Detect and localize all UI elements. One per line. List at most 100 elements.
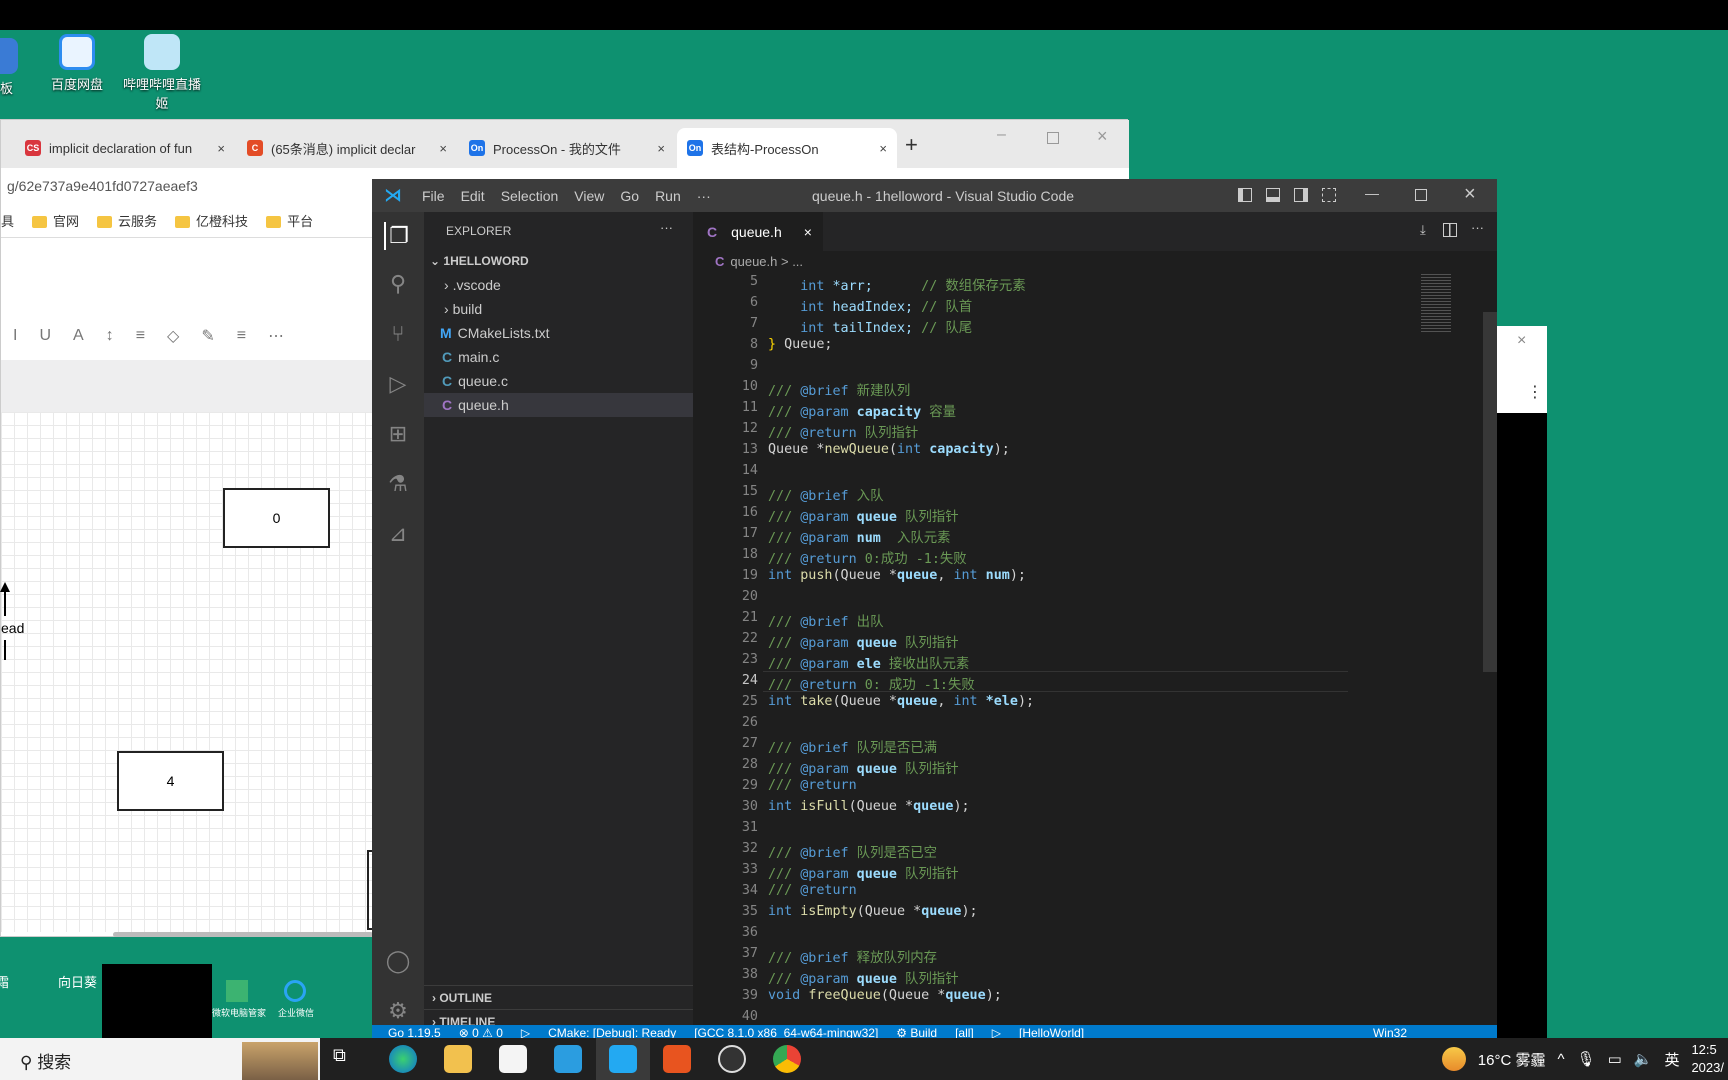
pc-manager-icon[interactable] (226, 980, 248, 1002)
font-color-button[interactable]: A (73, 327, 84, 345)
line-color-button[interactable]: ✎ (201, 326, 214, 346)
customize-layout-icon[interactable] (1322, 188, 1336, 202)
code-line[interactable]: /// @param queue 队列指针 (768, 967, 959, 987)
tree-file-cmakelists[interactable]: M CMakeLists.txt (424, 321, 693, 345)
menu-more[interactable]: ··· (689, 188, 719, 204)
minimize-button[interactable]: — (1365, 185, 1379, 201)
menu-file[interactable]: File (414, 188, 453, 204)
code-line[interactable]: /// @param queue 队列指针 (768, 505, 959, 525)
code-line[interactable]: int push(Queue *queue, int num); (768, 568, 1026, 583)
close-button[interactable]: × (1097, 126, 1108, 147)
maximize-button[interactable] (1415, 189, 1427, 201)
code-line[interactable]: /// @return 0:成功 -1:失败 (768, 547, 967, 567)
code-line[interactable]: int headIndex; // 队首 (768, 295, 972, 315)
menu-go[interactable]: Go (612, 188, 647, 204)
close-button[interactable]: × (1464, 183, 1476, 206)
browser-tab[interactable]: C (65条消息) implicit declar × (237, 128, 457, 168)
tree-file-queue-c[interactable]: Cqueue.c (424, 369, 693, 393)
browser-tab[interactable]: CS implicit declaration of fun × (15, 128, 235, 168)
cmake-icon[interactable]: ⊿ (384, 520, 412, 548)
menu-selection[interactable]: Selection (493, 188, 567, 204)
source-control-icon[interactable]: ⑂ (384, 320, 412, 348)
explorer-icon[interactable]: ❐ (384, 222, 412, 250)
italic-button[interactable]: I (13, 327, 17, 345)
accounts-icon[interactable]: ◯ (384, 947, 412, 975)
workspace-root[interactable]: ⌄ 1HELLOWORD (424, 249, 693, 273)
line-height-button[interactable]: ↕ (106, 327, 114, 345)
tree-folder-vscode[interactable]: › .vscode (424, 273, 693, 297)
desktop-icon-sunlogin[interactable]: 向日葵 (58, 972, 97, 991)
clock[interactable]: 12:5 2023/ (1691, 1041, 1724, 1077)
taskbar-vscode-active[interactable] (596, 1038, 650, 1080)
bookmark[interactable]: 平台 (266, 211, 313, 230)
task-view-icon[interactable]: ⧉ (333, 1045, 361, 1073)
mail-icon[interactable] (554, 1045, 582, 1073)
align-button[interactable]: ≡ (136, 327, 145, 345)
bookmark[interactable]: 具 (1, 211, 14, 230)
toggle-sidebar-icon[interactable] (1238, 188, 1252, 202)
code-line[interactable]: /// @param queue 队列指针 (768, 631, 959, 651)
code-line[interactable]: void freeQueue(Queue *queue); (768, 988, 1002, 1003)
close-tab-icon[interactable]: × (879, 141, 887, 156)
code-line[interactable]: /// @brief 释放队列内存 (768, 946, 937, 966)
more-icon[interactable]: ⋮ (1527, 382, 1543, 402)
tree-file-main-c[interactable]: Cmain.c (424, 345, 693, 369)
tree-folder-build[interactable]: › build (424, 297, 693, 321)
menu-edit[interactable]: Edit (453, 188, 493, 204)
edge-icon[interactable] (389, 1045, 417, 1073)
menu-run[interactable]: Run (647, 188, 689, 204)
maximize-button[interactable] (1047, 132, 1059, 144)
code-line[interactable]: int tailIndex; // 队尾 (768, 316, 972, 336)
code-line[interactable]: } Queue; (768, 337, 833, 352)
code-line[interactable]: int isEmpty(Queue *queue); (768, 904, 978, 919)
network-icon[interactable]: ▭ (1608, 1050, 1622, 1068)
editor-tab-queue-h[interactable]: Cqueue.h × (693, 212, 823, 251)
diagram-canvas[interactable]: 0 4 ead (0, 412, 373, 932)
code-line[interactable]: /// @return 0: 成功 -1:失败 (768, 673, 975, 693)
desktop-icon-baidu-netdisk[interactable]: 百度网盘 (32, 34, 122, 93)
bookmark[interactable]: 亿橙科技 (175, 211, 248, 230)
browser-tab-active[interactable]: On 表结构-ProcessOn × (677, 128, 897, 168)
toggle-secondary-sidebar-icon[interactable] (1294, 188, 1308, 202)
bookmark[interactable]: 官网 (32, 211, 79, 230)
line-style-button[interactable]: ⋯ (268, 326, 284, 346)
new-tab-button[interactable]: + (905, 132, 918, 158)
code-line[interactable]: /// @brief 队列是否已空 (768, 841, 937, 861)
close-tab-icon[interactable]: × (804, 224, 812, 240)
run-debug-icon[interactable]: ▷ (384, 370, 412, 398)
explorer-more-button[interactable]: ··· (660, 220, 673, 235)
diagram-node[interactable]: 4 (117, 751, 224, 811)
breadcrumb[interactable]: Cqueue.h > ... (693, 251, 1497, 273)
ime-indicator[interactable]: 英 (1664, 1049, 1679, 1070)
testing-icon[interactable]: ⚗ (384, 470, 412, 498)
code-line[interactable]: /// @return (768, 883, 857, 898)
code-line[interactable]: /// @brief 新建队列 (768, 379, 910, 399)
code-line[interactable]: /// @param ele 接收出队元素 (768, 652, 969, 672)
fill-button[interactable]: ◇ (167, 326, 179, 346)
file-explorer-icon[interactable] (444, 1045, 472, 1073)
minimize-button[interactable]: – (997, 126, 1006, 144)
extensions-icon[interactable]: ⊞ (384, 420, 412, 448)
desktop-icon-bilibili-live[interactable]: 哔哩哔哩直播姬 (117, 34, 207, 112)
code-line[interactable]: /// @return (768, 778, 857, 793)
close-icon[interactable]: × (1517, 332, 1526, 350)
settings-gear-icon[interactable]: ⚙ (384, 997, 412, 1025)
code-line[interactable]: /// @param num 入队元素 (768, 526, 951, 546)
browser-tab[interactable]: On ProcessOn - 我的文件 × (459, 128, 675, 168)
code-line[interactable]: Queue *newQueue(int capacity); (768, 442, 1010, 457)
volume-icon[interactable]: 🔈 (1634, 1050, 1653, 1068)
outline-section[interactable]: › OUTLINE (424, 985, 693, 1009)
code-line[interactable]: /// @brief 出队 (768, 610, 883, 630)
split-editor-icon[interactable] (1443, 223, 1457, 237)
code-line[interactable]: /// @brief 入队 (768, 484, 883, 504)
code-line[interactable]: /// @param queue 队列指针 (768, 862, 959, 882)
diagram-node[interactable]: 0 (223, 488, 330, 548)
obs-icon[interactable] (718, 1045, 746, 1073)
toggle-panel-icon[interactable] (1266, 188, 1280, 202)
wecom-icon[interactable] (284, 980, 306, 1002)
app-icon[interactable] (663, 1045, 691, 1073)
code-line[interactable]: int isFull(Queue *queue); (768, 799, 970, 814)
bookmark[interactable]: 云服务 (97, 211, 157, 230)
vertical-scrollbar[interactable] (1483, 312, 1497, 672)
code-line[interactable]: /// @param queue 队列指针 (768, 757, 959, 777)
